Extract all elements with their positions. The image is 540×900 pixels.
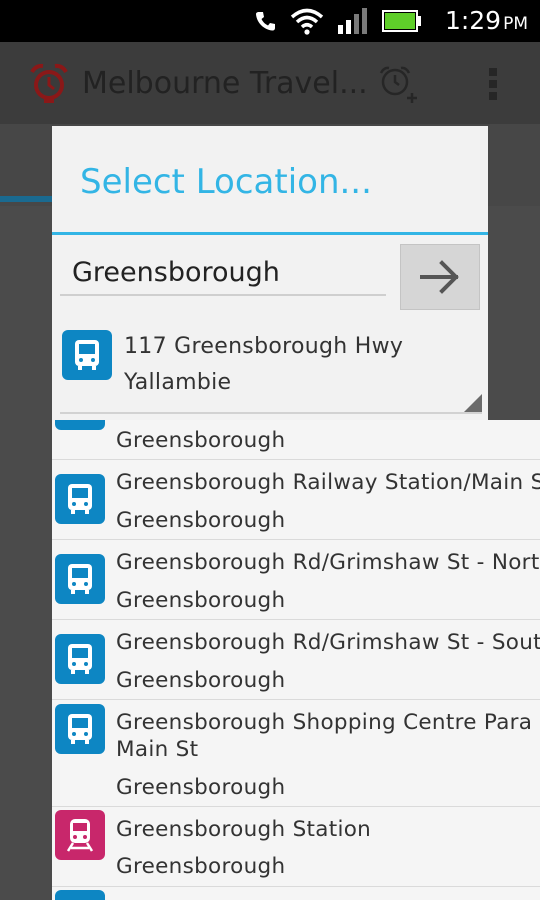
list-item-name: Greensborough Shopping Centre Para Rd/ <box>116 710 540 735</box>
bus-stop-icon <box>62 330 112 380</box>
selected-location-name: 117 Greensborough Hwy <box>124 334 404 359</box>
signal-icon <box>338 8 367 34</box>
app-title: Melbourne Travel... <box>82 66 368 101</box>
phone-silent-icon <box>256 12 275 31</box>
search-input-underline <box>60 294 386 296</box>
list-item-name: Greensborough Station <box>116 817 372 842</box>
spinner-indicator-icon <box>464 394 482 412</box>
go-button[interactable] <box>400 244 480 310</box>
dialog-title: Select Location... <box>80 162 372 202</box>
status-bar: 1:29 PM <box>0 0 540 42</box>
location-search-input[interactable] <box>60 248 386 296</box>
list-item[interactable]: Greensborough Railway Station/Main St Gr… <box>52 460 540 540</box>
clock-time: 1:29 <box>444 6 502 35</box>
overflow-menu-icon[interactable] <box>486 68 500 102</box>
list-item-name: Greensborough Railway Station/Main St <box>116 470 540 495</box>
action-bar: Melbourne Travel... <box>0 42 540 124</box>
battery-icon <box>382 10 421 32</box>
list-item-name: Greensborough Rd/Grimshaw St - North <box>116 550 540 575</box>
list-item-suburb: Greensborough <box>116 428 286 453</box>
list-item[interactable] <box>52 887 540 900</box>
wifi-icon <box>290 8 324 35</box>
bus-stop-icon <box>55 704 105 754</box>
status-icons <box>254 7 422 35</box>
selected-location[interactable]: 117 Greensborough Hwy Yallambie <box>60 322 482 414</box>
list-item-suburb: Greensborough <box>116 854 286 879</box>
selected-location-suburb: Yallambie <box>124 370 232 395</box>
train-station-icon <box>55 810 105 860</box>
list-item[interactable]: Greensborough Rd/Grimshaw St - South Gre… <box>52 620 540 700</box>
dialog-title-divider <box>52 232 488 235</box>
list-item-name-line2: Main St <box>116 737 199 762</box>
select-location-dialog: Select Location... 117 Greensborough Hwy… <box>52 126 488 426</box>
clock-ampm: PM <box>503 14 528 34</box>
list-item-suburb: Greensborough <box>116 775 286 800</box>
bus-stop-icon <box>55 890 105 900</box>
bus-stop-icon <box>55 554 105 604</box>
list-item[interactable]: Greensborough <box>52 420 540 460</box>
list-item[interactable]: Greensborough Rd/Grimshaw St - North Gre… <box>52 540 540 620</box>
bus-stop-icon <box>55 634 105 684</box>
list-item[interactable]: Greensborough Shopping Centre Para Rd/ M… <box>52 700 540 807</box>
suggestion-dropdown: Greensborough Greensborough Railway Stat… <box>52 420 540 900</box>
clock: 1:29 PM <box>445 6 528 35</box>
list-item-suburb: Greensborough <box>116 508 286 533</box>
list-item-name: Greensborough Rd/Grimshaw St - South <box>116 630 540 655</box>
alarm-clock-app-icon[interactable] <box>28 62 70 104</box>
list-item[interactable]: Greensborough Station Greensborough <box>52 807 540 887</box>
tab-indicator <box>0 196 55 202</box>
bus-stop-icon <box>55 420 105 430</box>
arrow-right-icon <box>420 260 459 294</box>
list-item-suburb: Greensborough <box>116 588 286 613</box>
bus-stop-icon <box>55 474 105 524</box>
add-alarm-icon[interactable] <box>378 64 418 104</box>
list-item-suburb: Greensborough <box>116 668 286 693</box>
